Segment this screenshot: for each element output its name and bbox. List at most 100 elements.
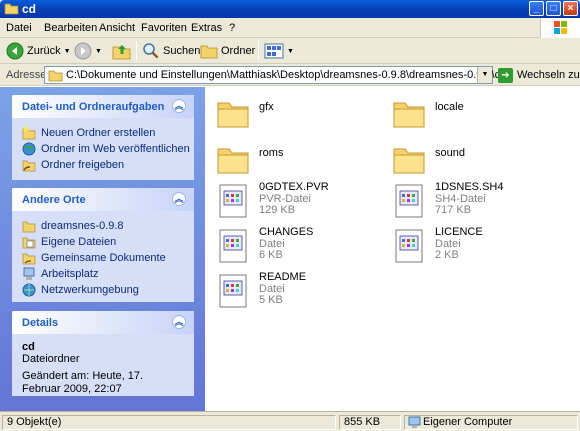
- menu-bearbeiten[interactable]: Bearbeiten: [44, 22, 97, 34]
- place-my-documents[interactable]: Eigene Dateien: [22, 234, 184, 250]
- back-arrow-icon: [6, 42, 24, 60]
- menu-extras[interactable]: Extras: [191, 22, 222, 34]
- folder-item[interactable]: sound: [385, 137, 555, 177]
- address-input[interactable]: C:\Dokumente und Einstellungen\Matthiask…: [44, 66, 506, 84]
- file-item[interactable]: 1DSNES.SH4 SH4-Datei 717 KB: [385, 179, 555, 219]
- folder-icon: [217, 102, 249, 128]
- item-name: README: [259, 271, 307, 283]
- folder-icon: [393, 102, 425, 128]
- item-name: CHANGES: [259, 226, 314, 238]
- address-label: Adresse: [6, 69, 47, 81]
- panel-title: Andere Orte: [22, 194, 86, 206]
- file-item[interactable]: CHANGES Datei 6 KB: [209, 224, 379, 264]
- folders-button[interactable]: Ordner: [200, 40, 255, 62]
- go-button[interactable]: ➔ Wechseln zu: [498, 66, 580, 84]
- other-places-panel: Andere Orte ︽ dreamsnes-0.9.8 Eigene Dat…: [12, 188, 194, 302]
- item-name: sound: [435, 147, 465, 159]
- item-size: 129 KB: [259, 204, 296, 216]
- status-size: 855 KB: [339, 415, 401, 430]
- place-shared-documents[interactable]: Gemeinsame Dokumente: [22, 250, 184, 266]
- computer-icon: [408, 416, 421, 428]
- item-name: 1DSNES.SH4: [435, 181, 504, 193]
- task-new-folder[interactable]: Neuen Ordner erstellen: [22, 125, 184, 141]
- chevron-down-icon[interactable]: ▼: [95, 48, 102, 55]
- toolbar-separator: [258, 41, 259, 61]
- collapse-chevron-icon[interactable]: ︽: [172, 192, 186, 206]
- file-icon: [219, 184, 247, 218]
- task-share-folder[interactable]: Ordner freigeben: [22, 157, 184, 173]
- menu-bar: Datei Bearbeiten Ansicht Favoriten Extra…: [0, 18, 580, 38]
- chevron-down-icon[interactable]: ▼: [64, 48, 71, 55]
- toolbar-separator: [136, 41, 137, 61]
- place-my-computer[interactable]: Arbeitsplatz: [22, 266, 184, 282]
- status-zone-label: Eigener Computer: [423, 416, 513, 428]
- task-label: Ordner im Web veröffentlichen: [41, 143, 190, 155]
- folder-item[interactable]: locale: [385, 91, 555, 131]
- folder-item[interactable]: roms: [209, 137, 379, 177]
- file-list: gfx locale roms sound 0GDTEX.PVR PVR-Dat…: [205, 87, 580, 411]
- up-folder-button[interactable]: [112, 40, 132, 62]
- close-button[interactable]: ×: [563, 1, 578, 16]
- item-size: 6 KB: [259, 249, 283, 261]
- network-icon: [22, 283, 36, 297]
- folder-icon: [22, 221, 36, 233]
- file-icon: [395, 229, 423, 263]
- panel-header[interactable]: Datei- und Ordneraufgaben ︽: [12, 95, 194, 118]
- file-icon: [219, 229, 247, 263]
- address-dropdown-button[interactable]: ▼: [477, 67, 492, 83]
- task-label: Neuen Ordner erstellen: [41, 127, 156, 139]
- collapse-chevron-icon[interactable]: ︽: [172, 315, 186, 329]
- maximize-button[interactable]: □: [546, 1, 561, 16]
- chevron-down-icon[interactable]: ▼: [287, 48, 294, 55]
- computer-icon: [23, 267, 35, 280]
- item-size: 2 KB: [435, 249, 459, 261]
- collapse-chevron-icon[interactable]: ︽: [172, 99, 186, 113]
- views-button[interactable]: ▼: [264, 40, 294, 62]
- go-arrow-icon: ➔: [498, 67, 513, 83]
- place-label: dreamsnes-0.9.8: [41, 220, 124, 232]
- folder-icon: [200, 45, 218, 59]
- status-count: 9 Objekt(e): [2, 415, 336, 430]
- panel-header[interactable]: Details ︽: [12, 311, 194, 334]
- task-publish-web[interactable]: Ordner im Web veröffentlichen: [22, 141, 190, 157]
- file-item[interactable]: LICENCE Datei 2 KB: [385, 224, 555, 264]
- panel-title: Datei- und Ordneraufgaben: [22, 101, 165, 113]
- shared-documents-icon: [22, 253, 36, 265]
- file-item[interactable]: README Datei 5 KB: [209, 269, 379, 309]
- folder-item[interactable]: gfx: [209, 91, 379, 131]
- title-bar[interactable]: cd _ □ ×: [0, 0, 580, 18]
- menu-favoriten[interactable]: Favoriten: [141, 22, 187, 34]
- task-pane: Datei- und Ordneraufgaben ︽ Neuen Ordner…: [0, 87, 205, 411]
- forward-arrow-icon: [74, 42, 92, 60]
- toolbar: Zurück ▼ ▼ Suchen Ordner ▼: [0, 38, 580, 64]
- details-type: Dateiordner: [22, 353, 80, 365]
- panel-header[interactable]: Andere Orte ︽: [12, 188, 194, 211]
- forward-button[interactable]: ▼: [74, 40, 102, 62]
- place-label: Arbeitsplatz: [41, 268, 99, 280]
- view-grid-icon: [264, 43, 284, 59]
- status-zone: Eigener Computer: [404, 415, 578, 430]
- file-item[interactable]: 0GDTEX.PVR PVR-Datei 129 KB: [209, 179, 379, 219]
- go-label: Wechseln zu: [517, 69, 580, 81]
- folder-icon: [393, 148, 425, 174]
- new-folder-icon: [22, 126, 36, 140]
- menu-help[interactable]: ?: [229, 22, 235, 34]
- menu-ansicht[interactable]: Ansicht: [99, 22, 135, 34]
- search-label: Suchen: [163, 45, 201, 57]
- up-folder-icon: [112, 45, 131, 60]
- folder-icon: [217, 148, 249, 174]
- item-name: roms: [259, 147, 284, 159]
- status-bar: 9 Objekt(e) 855 KB Eigener Computer: [0, 411, 580, 431]
- minimize-button[interactable]: _: [529, 1, 544, 16]
- item-name: 0GDTEX.PVR: [259, 181, 329, 193]
- menu-datei[interactable]: Datei: [6, 22, 32, 34]
- window-title: cd: [22, 2, 37, 16]
- place-network[interactable]: Netzwerkumgebung: [22, 282, 184, 298]
- back-button[interactable]: Zurück ▼: [6, 40, 71, 62]
- place-parent-folder[interactable]: dreamsnes-0.9.8: [22, 218, 184, 234]
- search-button[interactable]: Suchen: [142, 40, 200, 62]
- address-path: C:\Dokumente und Einstellungen\Matthiask…: [66, 69, 507, 81]
- folder-icon: [4, 3, 19, 15]
- details-modified: Geändert am: Heute, 17. Februar 2009, 22…: [22, 370, 144, 395]
- place-label: Netzwerkumgebung: [41, 284, 139, 296]
